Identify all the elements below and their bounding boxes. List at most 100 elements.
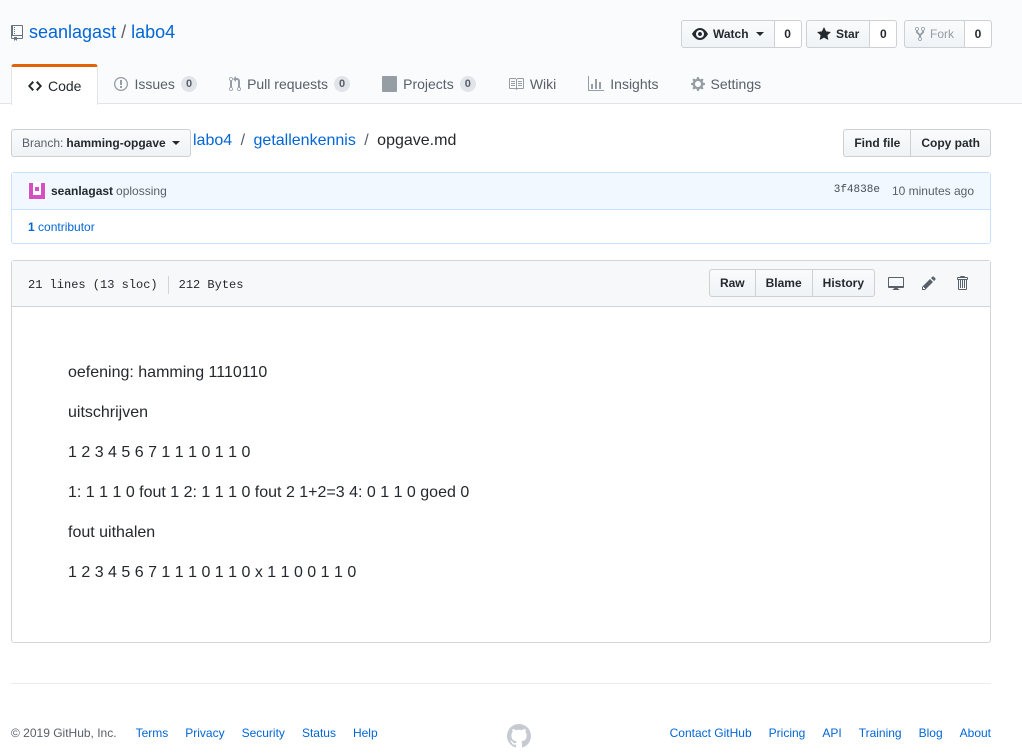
fork-icon — [915, 26, 925, 42]
footer-link-status[interactable]: Status — [302, 726, 336, 740]
repo-icon — [11, 24, 23, 41]
desktop-icon[interactable] — [879, 269, 912, 297]
footer-link-privacy[interactable]: Privacy — [185, 726, 224, 740]
commit-time: 10 minutes ago — [891, 184, 974, 198]
tab-settings-label: Settings — [710, 76, 762, 92]
trash-icon[interactable] — [945, 269, 978, 297]
pull-request-icon — [229, 76, 242, 92]
footer-link-training[interactable]: Training — [859, 726, 902, 740]
branch-prefix: Branch: — [22, 136, 64, 150]
tab-insights[interactable]: Insights — [572, 64, 674, 104]
project-icon — [382, 76, 398, 92]
file-size: 212 Bytes — [178, 278, 244, 292]
star-icon — [817, 27, 831, 40]
book-icon — [508, 78, 524, 90]
repo-header: seanlagast / labo4 Watch 0 Star 0 Fork 0… — [0, 0, 1022, 105]
footer-copyright: © 2019 GitHub, Inc. — [11, 726, 117, 740]
repo-nav-tabs: Code Issues 0 Pull requests 0 Projects 0… — [11, 64, 778, 105]
commit-author[interactable]: seanlagast — [51, 184, 113, 198]
pencil-icon[interactable] — [912, 269, 945, 297]
contributors-count: 1 — [28, 220, 35, 234]
find-file-button[interactable]: Find file — [843, 129, 912, 157]
eye-icon — [692, 28, 708, 40]
markdown-body: oefening: hamming 1110110 uitschrijven 1… — [12, 307, 990, 582]
tab-issues-label: Issues — [134, 76, 175, 92]
watch-label: Watch — [713, 27, 749, 41]
footer-link-about[interactable]: About — [960, 726, 991, 740]
tab-projects-label: Projects — [403, 76, 454, 92]
watch-count[interactable]: 0 — [774, 20, 802, 48]
file-header: 21 lines (13 sloc) 212 Bytes Raw Blame H… — [12, 261, 990, 307]
star-count[interactable]: 0 — [870, 20, 898, 48]
paragraph: 1: 1 1 1 0 fout 1 2: 1 1 1 0 fout 2 1+2=… — [68, 484, 470, 501]
watch-group: Watch 0 — [681, 20, 802, 48]
footer-link-contact[interactable]: Contact GitHub — [670, 726, 752, 740]
code-icon — [28, 81, 42, 91]
breadcrumb-repo-link[interactable]: labo4 — [193, 132, 232, 149]
breadcrumb-separator: / — [240, 132, 246, 149]
file-info-divider — [167, 276, 169, 294]
footer-link-security[interactable]: Security — [242, 726, 285, 740]
site-footer: © 2019 GitHub, Inc. Terms Privacy Securi… — [11, 683, 991, 748]
file-viewer: 21 lines (13 sloc) 212 Bytes Raw Blame H… — [11, 260, 991, 643]
tab-projects-count: 0 — [459, 76, 476, 92]
copy-path-button[interactable]: Copy path — [911, 129, 991, 157]
repo-name-link[interactable]: labo4 — [131, 22, 175, 43]
contributors-link[interactable]: 1 contributor — [28, 220, 95, 234]
tab-wiki-label: Wiki — [529, 76, 557, 92]
footer-link-help[interactable]: Help — [353, 726, 378, 740]
tab-insights-label: Insights — [610, 76, 659, 92]
footer-link-pricing[interactable]: Pricing — [769, 726, 806, 740]
tab-projects[interactable]: Projects 0 — [366, 64, 492, 104]
file-lines: 21 lines (13 sloc) — [28, 278, 158, 292]
graph-icon — [588, 76, 605, 91]
tab-wiki[interactable]: Wiki — [492, 64, 572, 104]
contributors: 1 contributor — [12, 210, 990, 244]
tab-issues-count: 0 — [180, 76, 198, 92]
gear-icon — [690, 77, 705, 91]
tab-issues[interactable]: Issues 0 — [98, 64, 213, 104]
file-view-buttons: Raw Blame History — [708, 269, 875, 297]
star-button[interactable]: Star — [806, 20, 871, 48]
commit-sha[interactable]: 3f4838e — [834, 184, 880, 198]
star-group: Star 0 — [806, 20, 898, 48]
branch-select-button[interactable]: Branch: hamming-opgave — [11, 129, 191, 157]
breadcrumb-file: opgave.md — [377, 132, 457, 149]
file-actions: Raw Blame History — [708, 269, 978, 297]
fork-button[interactable]: Fork — [904, 20, 965, 48]
paragraph: 1 2 3 4 5 6 7 1 1 1 0 1 1 0 x 1 1 0 0 1 … — [68, 564, 357, 581]
github-logo-icon[interactable] — [507, 724, 531, 751]
repo-owner-link[interactable]: seanlagast — [29, 22, 116, 43]
star-label: Star — [836, 27, 860, 41]
footer-link-terms[interactable]: Terms — [136, 726, 169, 740]
issue-icon — [114, 77, 129, 91]
commit-info: seanlagast oplossing 3f4838e 10 minutes … — [12, 173, 990, 210]
history-button[interactable]: History — [812, 269, 875, 297]
repo-title: seanlagast / labo4 — [11, 22, 175, 43]
footer-link-api[interactable]: API — [822, 726, 841, 740]
watch-button[interactable]: Watch — [681, 20, 775, 48]
raw-button[interactable]: Raw — [708, 269, 756, 297]
commit-message[interactable]: oplossing — [116, 184, 167, 198]
paragraph: 1 2 3 4 5 6 7 1 1 1 0 1 1 0 — [68, 444, 251, 461]
tab-settings[interactable]: Settings — [675, 64, 778, 104]
tab-code[interactable]: Code — [11, 64, 99, 105]
file-navigation: Branch: hamming-opgave labo4 / getallenk… — [11, 129, 991, 157]
breadcrumb-separator: / — [364, 132, 369, 149]
paragraph: fout uithalen — [68, 524, 156, 541]
blame-button[interactable]: Blame — [755, 269, 813, 297]
breadcrumb: labo4 / getallenkennis / opgave.md — [193, 132, 456, 150]
commit-meta: 3f4838e 10 minutes ago — [834, 184, 974, 198]
tab-pull-requests[interactable]: Pull requests 0 — [213, 64, 366, 104]
fork-count[interactable]: 0 — [965, 20, 992, 48]
footer-link-blog[interactable]: Blog — [919, 726, 943, 740]
avatar[interactable] — [28, 182, 46, 200]
file-nav-buttons: Find file Copy path — [843, 129, 991, 157]
repo-separator: / — [121, 22, 127, 42]
chevron-down-icon — [755, 32, 764, 36]
footer-left: © 2019 GitHub, Inc. Terms Privacy Securi… — [11, 726, 395, 740]
footer-right: Contact GitHub Pricing API Training Blog… — [653, 726, 991, 740]
breadcrumb-dir-link[interactable]: getallenkennis — [254, 132, 356, 149]
fork-label: Fork — [930, 27, 954, 41]
paragraph: oefening: hamming 1110110 — [68, 364, 268, 381]
